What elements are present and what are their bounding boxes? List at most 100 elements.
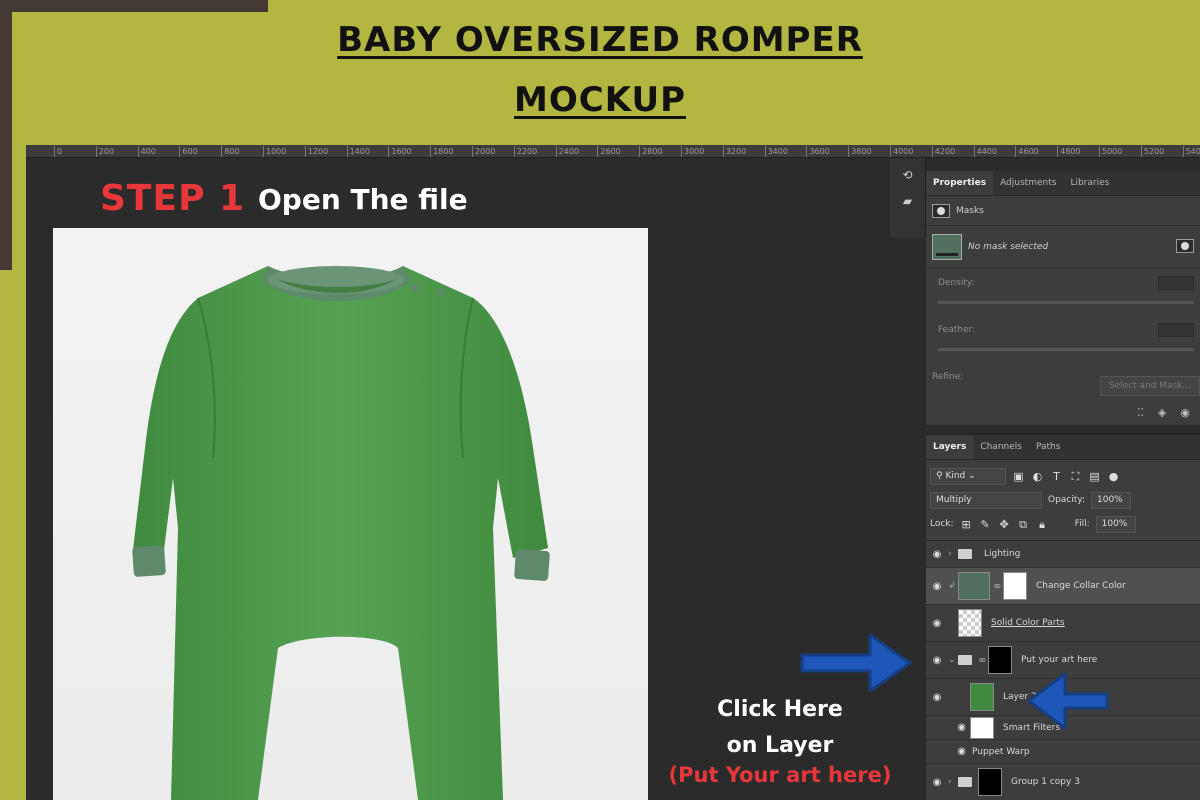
eye-icon[interactable]: ◉ xyxy=(926,722,966,733)
tab-properties[interactable]: Properties xyxy=(926,171,994,195)
folder-icon xyxy=(958,549,972,559)
group-mask-thumbnail xyxy=(988,646,1012,674)
adjustment-filter-icon[interactable]: ◐ xyxy=(1031,470,1044,483)
ruler-tick: 400 xyxy=(137,146,156,157)
ruler-tick: 2000 xyxy=(472,146,495,157)
mask-actions-row: ⁚⁚ ◈ ◉ xyxy=(926,406,1200,426)
fill-input[interactable]: 100% xyxy=(1095,515,1136,533)
eye-icon[interactable]: ◉ xyxy=(926,549,948,560)
ruler-tick: 1600 xyxy=(388,146,412,157)
eye-icon[interactable]: ◉ xyxy=(926,618,948,629)
filter-toggle-icon[interactable]: ● xyxy=(1107,470,1120,483)
chevron-right-icon[interactable]: › xyxy=(948,777,958,787)
corner-bar-top xyxy=(0,0,268,12)
image-filter-icon[interactable]: ▣ xyxy=(1012,470,1025,483)
chevron-down-icon[interactable]: ⌄ xyxy=(948,655,958,665)
tab-adjustments[interactable]: Adjustments xyxy=(993,171,1063,195)
lock-label: Lock: xyxy=(930,519,954,529)
no-mask-text: No mask selected xyxy=(968,241,1049,252)
layer-row-puppet-warp[interactable]: ◉ Puppet Warp xyxy=(926,740,1200,764)
arrow-right-icon xyxy=(800,633,912,693)
adjustment-thumbnail xyxy=(958,572,990,600)
ruler-tick: 5000 xyxy=(1099,146,1122,157)
blend-mode-value: Multiply xyxy=(936,494,972,505)
feather-row: Feather: xyxy=(926,315,1200,362)
shape-filter-icon[interactable]: ⛶ xyxy=(1069,470,1082,483)
eye-icon[interactable]: ◉ xyxy=(926,692,948,703)
density-label: Density: xyxy=(938,278,975,288)
feather-label: Feather: xyxy=(938,325,976,335)
refine-label: Refine: xyxy=(932,372,964,382)
density-slider[interactable] xyxy=(938,301,1194,304)
link-icon[interactable]: ∞ xyxy=(993,581,1003,592)
step-label: STEP 1 xyxy=(100,178,246,219)
romper-image xyxy=(132,266,550,800)
fill-label: Fill: xyxy=(1074,519,1090,529)
feather-input[interactable] xyxy=(1158,323,1194,337)
layer-row-solid-color-parts[interactable]: ◉ Solid Color Parts xyxy=(926,605,1200,642)
eye-icon[interactable]: ◉ xyxy=(926,655,948,666)
layer-name: Solid Color Parts xyxy=(991,618,1065,628)
callout-line1: Click Here xyxy=(717,697,843,722)
lock-transparency-icon[interactable]: ⊞ xyxy=(960,518,973,531)
lock-row: Lock: ⊞ ✎ ✥ ⧉ 🔒︎ Fill: 100% xyxy=(930,512,1196,536)
mask-icon xyxy=(932,203,950,218)
masks-label: Masks xyxy=(956,205,984,216)
kind-filter-value: Kind xyxy=(945,470,966,481)
ruler-tick: 3400 xyxy=(764,146,788,157)
layer-row-group-1-copy-3[interactable]: ◉ › Group 1 copy 3 xyxy=(926,764,1200,800)
tab-channels[interactable]: Channels xyxy=(973,435,1029,459)
add-mask-icon[interactable] xyxy=(1176,239,1194,253)
ruler-tick: 1000 xyxy=(263,146,286,157)
group-mask-thumbnail xyxy=(978,768,1002,796)
eye-icon[interactable]: ◉ xyxy=(926,581,948,592)
layer-row-lighting[interactable]: ◉ › Lighting xyxy=(926,541,1200,568)
page-title-line2: MOCKUP xyxy=(514,80,686,120)
select-and-mask-button[interactable]: Select and Mask... xyxy=(1100,376,1200,396)
callout-text: Click Here on Layer xyxy=(655,692,905,764)
opacity-input[interactable]: 100% xyxy=(1091,491,1131,509)
invert-icon[interactable]: ◈ xyxy=(1158,406,1166,425)
eye-icon[interactable]: ◉ xyxy=(926,777,948,788)
visibility-icon[interactable]: ◉ xyxy=(1180,406,1190,425)
lock-pixels-icon[interactable]: ✎ xyxy=(979,518,992,531)
callout-note: (Put Your art here) xyxy=(668,763,892,787)
chevron-right-icon[interactable]: › xyxy=(948,549,958,559)
smart-object-filter-icon[interactable]: ▤ xyxy=(1088,470,1101,483)
layer-name: Put your art here xyxy=(1021,655,1098,665)
ruler-tick: 3600 xyxy=(806,146,830,157)
ruler-tick: 1200 xyxy=(304,146,328,157)
layer-row-change-collar-color[interactable]: ◉ ↲ ∞ Change Collar Color xyxy=(926,568,1200,605)
history-icon[interactable]: ⟲ xyxy=(898,166,918,184)
layers-tabs: Layers Channels Paths xyxy=(926,435,1200,460)
ruler-tick: 4600 xyxy=(1015,146,1039,157)
lock-position-icon[interactable]: ✥ xyxy=(998,518,1011,531)
load-selection-icon[interactable]: ⁚⁚ xyxy=(1137,406,1144,425)
tab-paths[interactable]: Paths xyxy=(1029,435,1067,459)
ruler-tick: 2400 xyxy=(555,146,579,157)
document-canvas[interactable] xyxy=(53,228,648,800)
eye-icon[interactable]: ◉ xyxy=(926,746,966,757)
photoshop-window: 0 200 400 600 800 1000 1200 1400 1600 1800 2000 220… xyxy=(26,145,1200,800)
kind-filter-dropdown[interactable]: ⚲ Kind ⌄ xyxy=(930,467,1006,485)
density-input[interactable] xyxy=(1158,276,1194,290)
feather-slider[interactable] xyxy=(938,348,1194,351)
link-icon[interactable]: ∞ xyxy=(978,655,988,666)
ruler-tick: 3200 xyxy=(722,146,746,157)
lock-all-icon[interactable]: 🔒︎ xyxy=(1036,518,1049,531)
refine-row: Refine: Select and Mask... xyxy=(926,362,1200,406)
arrow-left-icon xyxy=(1027,672,1109,730)
blend-mode-dropdown[interactable]: Multiply xyxy=(930,491,1042,509)
ruler-tick: 200 xyxy=(95,146,114,157)
callout-line2: on Layer xyxy=(726,733,834,758)
layer-name: Group 1 copy 3 xyxy=(1011,777,1080,787)
type-filter-icon[interactable]: T xyxy=(1050,470,1063,483)
folder-icon xyxy=(958,655,972,665)
lock-artboard-icon[interactable]: ⧉ xyxy=(1017,518,1030,531)
ruler-tick: 800 xyxy=(221,146,239,157)
tab-layers[interactable]: Layers xyxy=(926,435,974,459)
tab-libraries[interactable]: Libraries xyxy=(1063,171,1116,195)
ruler-tick: 4800 xyxy=(1057,146,1081,157)
masks-section: Masks xyxy=(926,196,1200,226)
comment-icon[interactable]: ▰ xyxy=(898,192,918,210)
